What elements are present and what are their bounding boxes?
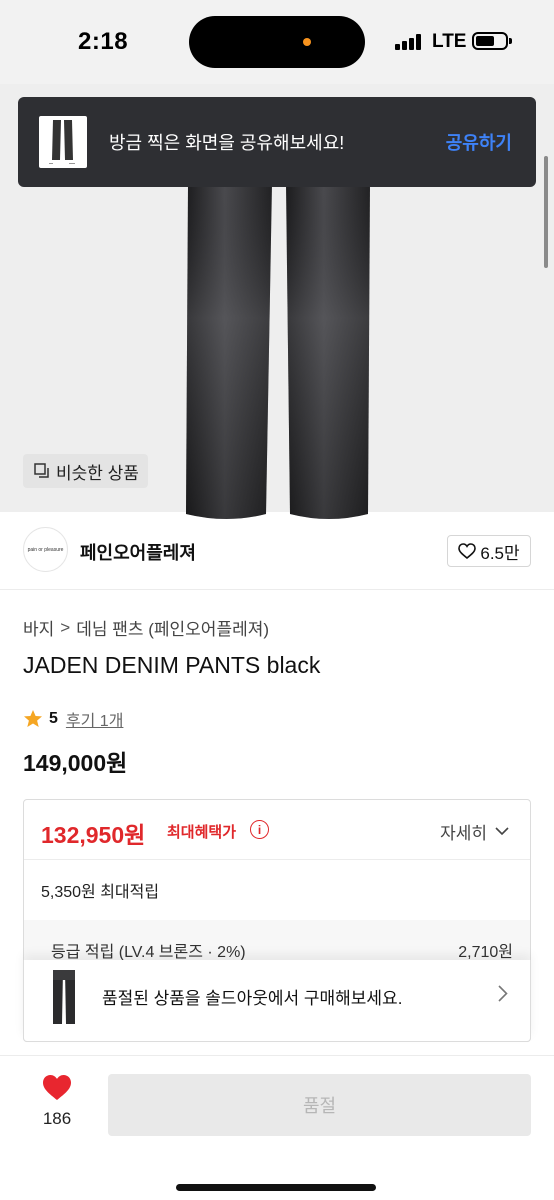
- brand-name[interactable]: 페인오어플레져: [80, 539, 196, 565]
- battery-icon: [472, 32, 508, 50]
- soldout-message: 품절된 상품을 솔드아웃에서 구매해보세요.: [102, 989, 403, 1008]
- similar-items-icon: [34, 463, 49, 478]
- reviews-link[interactable]: 후기 1개: [66, 707, 124, 731]
- max-benefit-label: 최대혜택가: [167, 824, 237, 841]
- toast-message: 방금 찍은 화면을 공유해보세요!: [109, 133, 345, 153]
- breadcrumb-category[interactable]: 바지: [23, 615, 54, 640]
- share-toast: 방금 찍은 화면을 공유해보세요! 공유하기: [18, 97, 536, 187]
- grade-points-label: 등급 적립 (LV.4 브론즈 · 2%): [51, 944, 246, 961]
- wishlist-count: 186: [42, 1109, 72, 1128]
- breadcrumb: 바지 > 데님 팬츠 (페인오어플레져): [23, 615, 269, 640]
- scroll-indicator: [544, 156, 548, 268]
- bottom-action-bar: 186 품절: [0, 1055, 554, 1200]
- rating-row: 5 후기 1개: [23, 707, 123, 731]
- screenshot-thumbnail[interactable]: [39, 116, 87, 168]
- heart-outline-icon: [458, 543, 477, 559]
- wishlist-button[interactable]: 186: [38, 1074, 76, 1129]
- info-icon[interactable]: i: [250, 820, 269, 839]
- chevron-down-icon: [495, 827, 509, 836]
- soldout-button[interactable]: 품절: [108, 1074, 531, 1136]
- benefit-header[interactable]: 132,950원 최대혜택가 i 자세히: [24, 800, 530, 860]
- soldout-banner[interactable]: 품절된 상품을 솔드아웃에서 구매해보세요.: [23, 960, 531, 1042]
- similar-products-label: 비슷한 상품: [56, 463, 139, 483]
- brand-row[interactable]: pain or pleasure 페인오어플레져 6.5만: [0, 512, 554, 590]
- dynamic-island: [189, 16, 365, 68]
- network-type: LTE: [432, 31, 467, 52]
- breadcrumb-separator: >: [60, 617, 71, 637]
- similar-products-button[interactable]: 비슷한 상품: [23, 454, 148, 488]
- cellular-signal-icon: [395, 34, 423, 50]
- chevron-right-icon: [498, 985, 508, 1002]
- status-bar: 2:18 LTE: [0, 0, 554, 84]
- home-indicator: [176, 1184, 376, 1191]
- soldout-product-thumbnail: [53, 970, 75, 1024]
- brand-logo[interactable]: pain or pleasure: [23, 527, 68, 572]
- product-price: 149,000원: [23, 750, 128, 776]
- status-time: 2:18: [78, 28, 129, 55]
- heart-filled-icon: [43, 1075, 71, 1100]
- star-icon: [24, 710, 42, 727]
- brand-like-count: 6.5만: [480, 543, 520, 563]
- brand-like-button[interactable]: 6.5만: [447, 535, 531, 567]
- product-jeans-image: [186, 184, 370, 519]
- grade-points-row: 등급 적립 (LV.4 브론즈 · 2%) 2,710원: [24, 920, 530, 964]
- detail-toggle[interactable]: 자세히: [440, 819, 509, 844]
- share-button[interactable]: 공유하기: [446, 129, 512, 155]
- battery-tip: [509, 38, 512, 44]
- max-points: 5,350원 최대적립: [41, 884, 160, 901]
- product-title: JADEN DENIM PANTS black: [23, 652, 321, 678]
- max-benefit-price: 132,950원: [41, 822, 146, 848]
- rating-score: 5: [49, 710, 58, 727]
- breadcrumb-subcategory[interactable]: 데님 팬츠 (페인오어플레져): [76, 615, 269, 640]
- detail-label: 자세히: [440, 824, 487, 843]
- recording-dot-icon: [303, 38, 311, 46]
- grade-points-value: 2,710원: [458, 944, 513, 961]
